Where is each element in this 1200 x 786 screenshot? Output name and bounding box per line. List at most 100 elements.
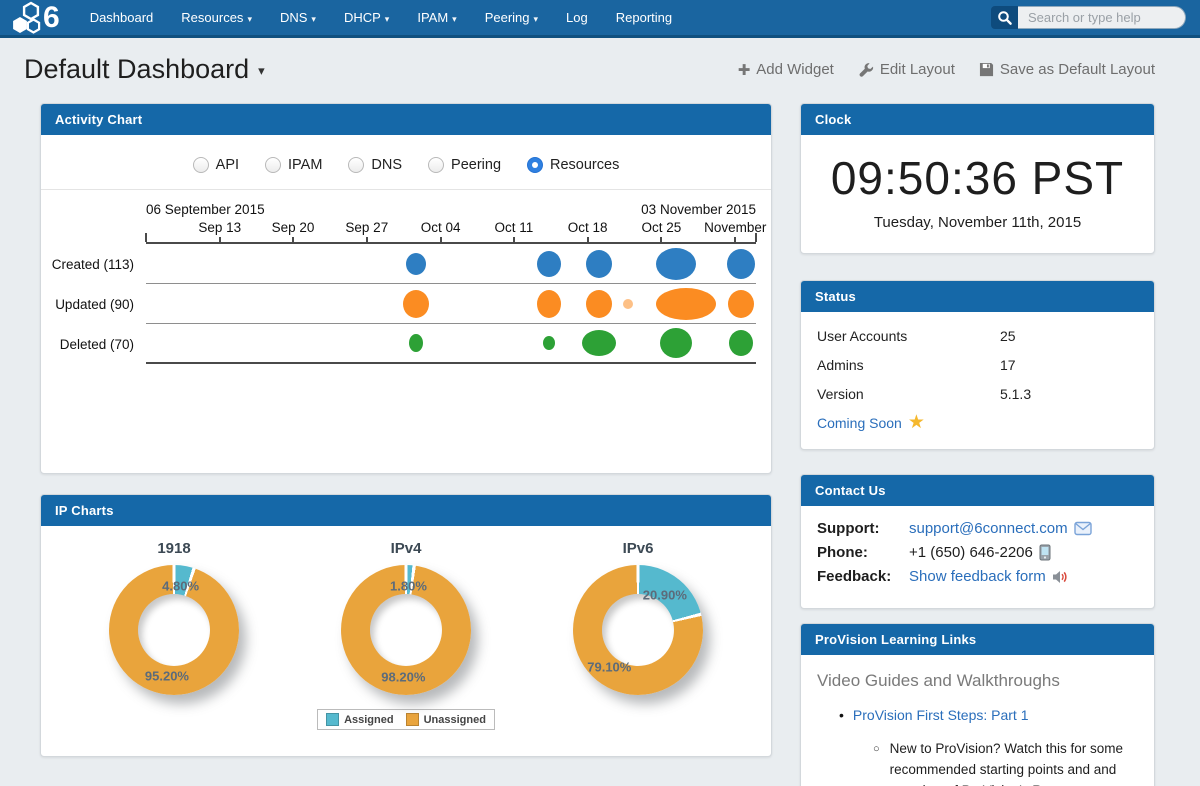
navbar: 6 Dashboard Resources▾ DNS▾ DHCP▾ IPAM▾ Peeri… — [0, 0, 1200, 38]
activity-row-label: Created (113) — [41, 244, 146, 284]
radio-peering[interactable]: Peering — [428, 157, 501, 173]
wrench-icon — [858, 62, 874, 78]
page-title[interactable]: Default Dashboard▾ — [24, 54, 265, 85]
activity-bubble — [537, 251, 561, 277]
save-default-layout-button[interactable]: Save as Default Layout — [979, 61, 1155, 78]
activity-bubble — [543, 336, 555, 350]
chevron-down-icon: ▾ — [247, 14, 252, 24]
contact-row-support: Support: support@6connect.com — [817, 520, 1138, 537]
first-steps-link[interactable]: ProVision First Steps: Part 1 — [853, 707, 1029, 723]
status-label: Admins — [817, 357, 1000, 373]
radio-resources[interactable]: Resources — [527, 157, 619, 173]
edit-layout-button[interactable]: Edit Layout — [858, 61, 955, 78]
radio-label: DNS — [371, 157, 402, 173]
activity-bubble — [582, 330, 616, 356]
activity-row-plot — [146, 244, 756, 284]
radio-circle[interactable] — [527, 157, 543, 173]
axis-tick-mark — [734, 237, 736, 242]
contact-label: Feedback: — [817, 568, 909, 585]
contact-us-header: Contact Us — [801, 475, 1154, 506]
status-row-version: Version 5.1.3 — [817, 386, 1138, 402]
add-widget-button[interactable]: ✚ Add Widget — [738, 61, 834, 79]
nav-item-dns[interactable]: DNS▾ — [280, 10, 316, 25]
search-icon — [997, 10, 1013, 26]
plus-icon: ✚ — [738, 61, 751, 79]
save-icon — [979, 62, 994, 77]
radio-circle[interactable] — [348, 157, 364, 173]
radio-dot — [532, 162, 538, 168]
bullet-icon: • — [839, 707, 844, 723]
donut-title: 1918 — [85, 540, 263, 557]
legend-item-assigned: Assigned — [326, 713, 394, 726]
assigned-pct-label: 4.80% — [162, 579, 199, 594]
donut-ring: 1.80%98.20% — [341, 565, 471, 695]
activity-row: Updated (90) — [41, 284, 756, 324]
activity-row-plot — [146, 324, 756, 364]
chevron-down-icon: ▾ — [452, 14, 457, 24]
support-email-link[interactable]: support@6connect.com — [909, 520, 1068, 537]
donut-chart-1918: 19184.80%95.20% — [85, 540, 263, 695]
edit-layout-label: Edit Layout — [880, 61, 955, 78]
brand-text: 6 — [43, 2, 60, 34]
assigned-pct-label: 1.80% — [390, 579, 427, 594]
radio-dns[interactable]: DNS — [348, 157, 402, 173]
coming-soon-row: Coming Soon ★ — [817, 415, 1138, 431]
add-widget-label: Add Widget — [756, 61, 834, 78]
ip-charts-body: 19184.80%95.20%IPv41.80%98.20%IPv620.90%… — [41, 526, 771, 756]
clock-header: Clock — [801, 104, 1154, 135]
clock-widget: Clock 09:50:36 PST Tuesday, November 11t… — [800, 103, 1155, 254]
learning-links-body: Video Guides and Walkthroughs • ProVisio… — [801, 655, 1154, 786]
nav-item-ipam[interactable]: IPAM▾ — [417, 10, 456, 25]
donut-chart-ipv6: IPv620.90%79.10% — [549, 540, 727, 695]
radio-circle[interactable] — [193, 157, 209, 173]
status-label: User Accounts — [817, 328, 1000, 344]
donut-hole — [370, 594, 442, 666]
contact-us-widget: Contact Us Support: support@6connect.com — [800, 474, 1155, 609]
save-default-layout-label: Save as Default Layout — [1000, 61, 1155, 78]
legend-swatch — [326, 713, 339, 726]
nav-item-log[interactable]: Log — [566, 10, 588, 25]
radio-ipam[interactable]: IPAM — [265, 157, 322, 173]
nav-item-dhcp[interactable]: DHCP▾ — [344, 10, 389, 25]
activity-bubble — [729, 330, 753, 356]
logo[interactable]: 6 — [12, 1, 60, 34]
status-value: 5.1.3 — [1000, 386, 1031, 402]
legend-label: Assigned — [344, 714, 394, 726]
activity-bubble — [660, 328, 692, 358]
search-input[interactable] — [1018, 6, 1186, 29]
activity-filter-group: API IPAM DNS Peering Resources — [41, 135, 771, 190]
status-header: Status — [801, 281, 1154, 312]
phone-icon — [1039, 544, 1051, 561]
axis-tick-mark — [366, 237, 368, 242]
nav-item-peering[interactable]: Peering▾ — [485, 10, 538, 25]
feedback-form-link[interactable]: Show feedback form — [909, 568, 1046, 585]
activity-row: Deleted (70) — [41, 324, 756, 364]
axis-tick-label: Sep 13 — [198, 220, 241, 235]
layout-actions: ✚ Add Widget Edit Layout Save as Default… — [738, 61, 1155, 79]
activity-bubble — [656, 248, 696, 280]
chevron-down-icon: ▾ — [311, 14, 316, 24]
assigned-pct-label: 20.90% — [643, 588, 687, 603]
nav-item-dashboard[interactable]: Dashboard — [90, 10, 154, 25]
axis-tick-label: Oct 25 — [642, 220, 682, 235]
radio-api[interactable]: API — [193, 157, 239, 173]
activity-bubble — [403, 290, 429, 318]
activity-bubble — [623, 299, 633, 309]
radio-label: Peering — [451, 157, 501, 173]
right-column: Clock 09:50:36 PST Tuesday, November 11t… — [800, 103, 1155, 786]
search-button[interactable] — [991, 6, 1018, 29]
radio-circle[interactable] — [265, 157, 281, 173]
axis-tick-label: Sep 20 — [272, 220, 315, 235]
contact-row-feedback: Feedback: Show feedback form — [817, 568, 1138, 585]
nav-item-reporting[interactable]: Reporting — [616, 10, 672, 25]
radio-circle[interactable] — [428, 157, 444, 173]
nav-item-resources[interactable]: Resources▾ — [181, 10, 252, 25]
range-end-label: 03 November 2015 — [641, 202, 756, 217]
activity-chart-header: Activity Chart — [41, 104, 771, 135]
date-range-row: 06 September 2015 03 November 2015 — [146, 202, 756, 217]
axis-tick-label: Sep 27 — [345, 220, 388, 235]
axis-tick-mark — [440, 237, 442, 242]
coming-soon-link[interactable]: Coming Soon — [817, 415, 902, 431]
chart-legend: AssignedUnassigned — [317, 709, 495, 730]
learning-heading: Video Guides and Walkthroughs — [817, 671, 1138, 691]
